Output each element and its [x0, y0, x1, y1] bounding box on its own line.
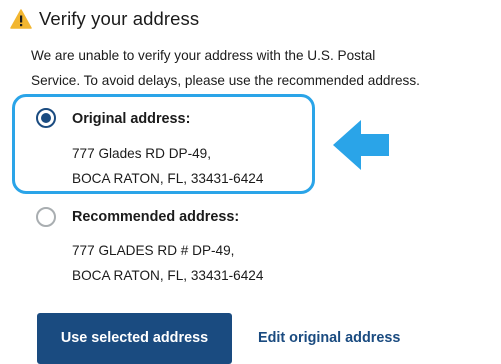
edit-original-address-link[interactable]: Edit original address [258, 330, 400, 346]
pointer-arrow-icon [333, 120, 389, 170]
recommended-address-radio[interactable] [36, 207, 56, 227]
original-address-label[interactable]: Original address: [72, 111, 190, 127]
recommended-address-line-1: 777 GLADES RD # DP-49, [72, 243, 235, 258]
original-address-line-1: 777 Glades RD DP-49, [72, 146, 212, 161]
original-address-radio[interactable] [36, 108, 56, 128]
recommended-address-label[interactable]: Recommended address: [72, 209, 239, 225]
warning-icon [10, 9, 32, 29]
message-line-2: Service. To avoid delays, please use the… [31, 73, 420, 88]
recommended-address-line-2: BOCA RATON, FL, 33431-6424 [72, 268, 264, 283]
original-address-line-2: BOCA RATON, FL, 33431-6424 [72, 171, 264, 186]
dialog-title: Verify your address [39, 8, 200, 29]
message-line-1: We are unable to verify your address wit… [31, 48, 376, 63]
dialog-header: Verify your address [10, 8, 199, 30]
verification-message: We are unable to verify your address wit… [31, 43, 501, 93]
use-selected-address-button[interactable]: Use selected address [37, 313, 232, 364]
